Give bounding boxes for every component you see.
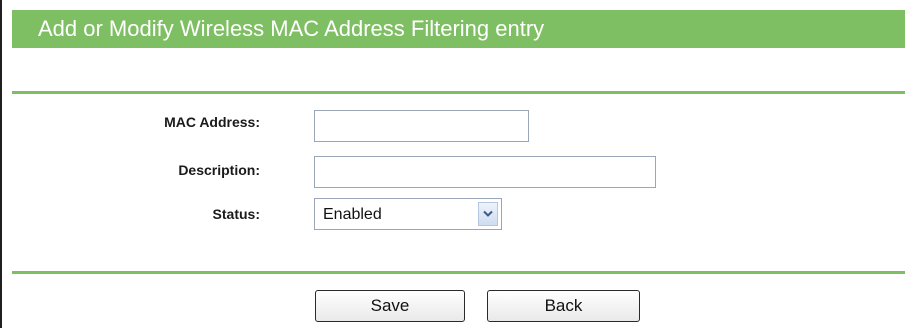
- save-button[interactable]: Save: [315, 290, 465, 322]
- top-divider: [12, 91, 905, 94]
- description-label: Description:: [178, 162, 260, 178]
- page-title: Add or Modify Wireless MAC Address Filte…: [12, 10, 905, 48]
- status-label: Status:: [212, 206, 260, 222]
- bottom-divider: [12, 271, 905, 274]
- status-select[interactable]: Enabled: [314, 198, 502, 230]
- back-button[interactable]: Back: [487, 290, 640, 322]
- chevron-down-icon[interactable]: [478, 202, 498, 226]
- status-selected-value: Enabled: [323, 206, 382, 223]
- mac-filter-entry-panel: Add or Modify Wireless MAC Address Filte…: [0, 0, 905, 328]
- description-input[interactable]: [314, 156, 656, 188]
- mac-address-label: MAC Address:: [164, 114, 260, 130]
- mac-address-input[interactable]: [314, 110, 529, 142]
